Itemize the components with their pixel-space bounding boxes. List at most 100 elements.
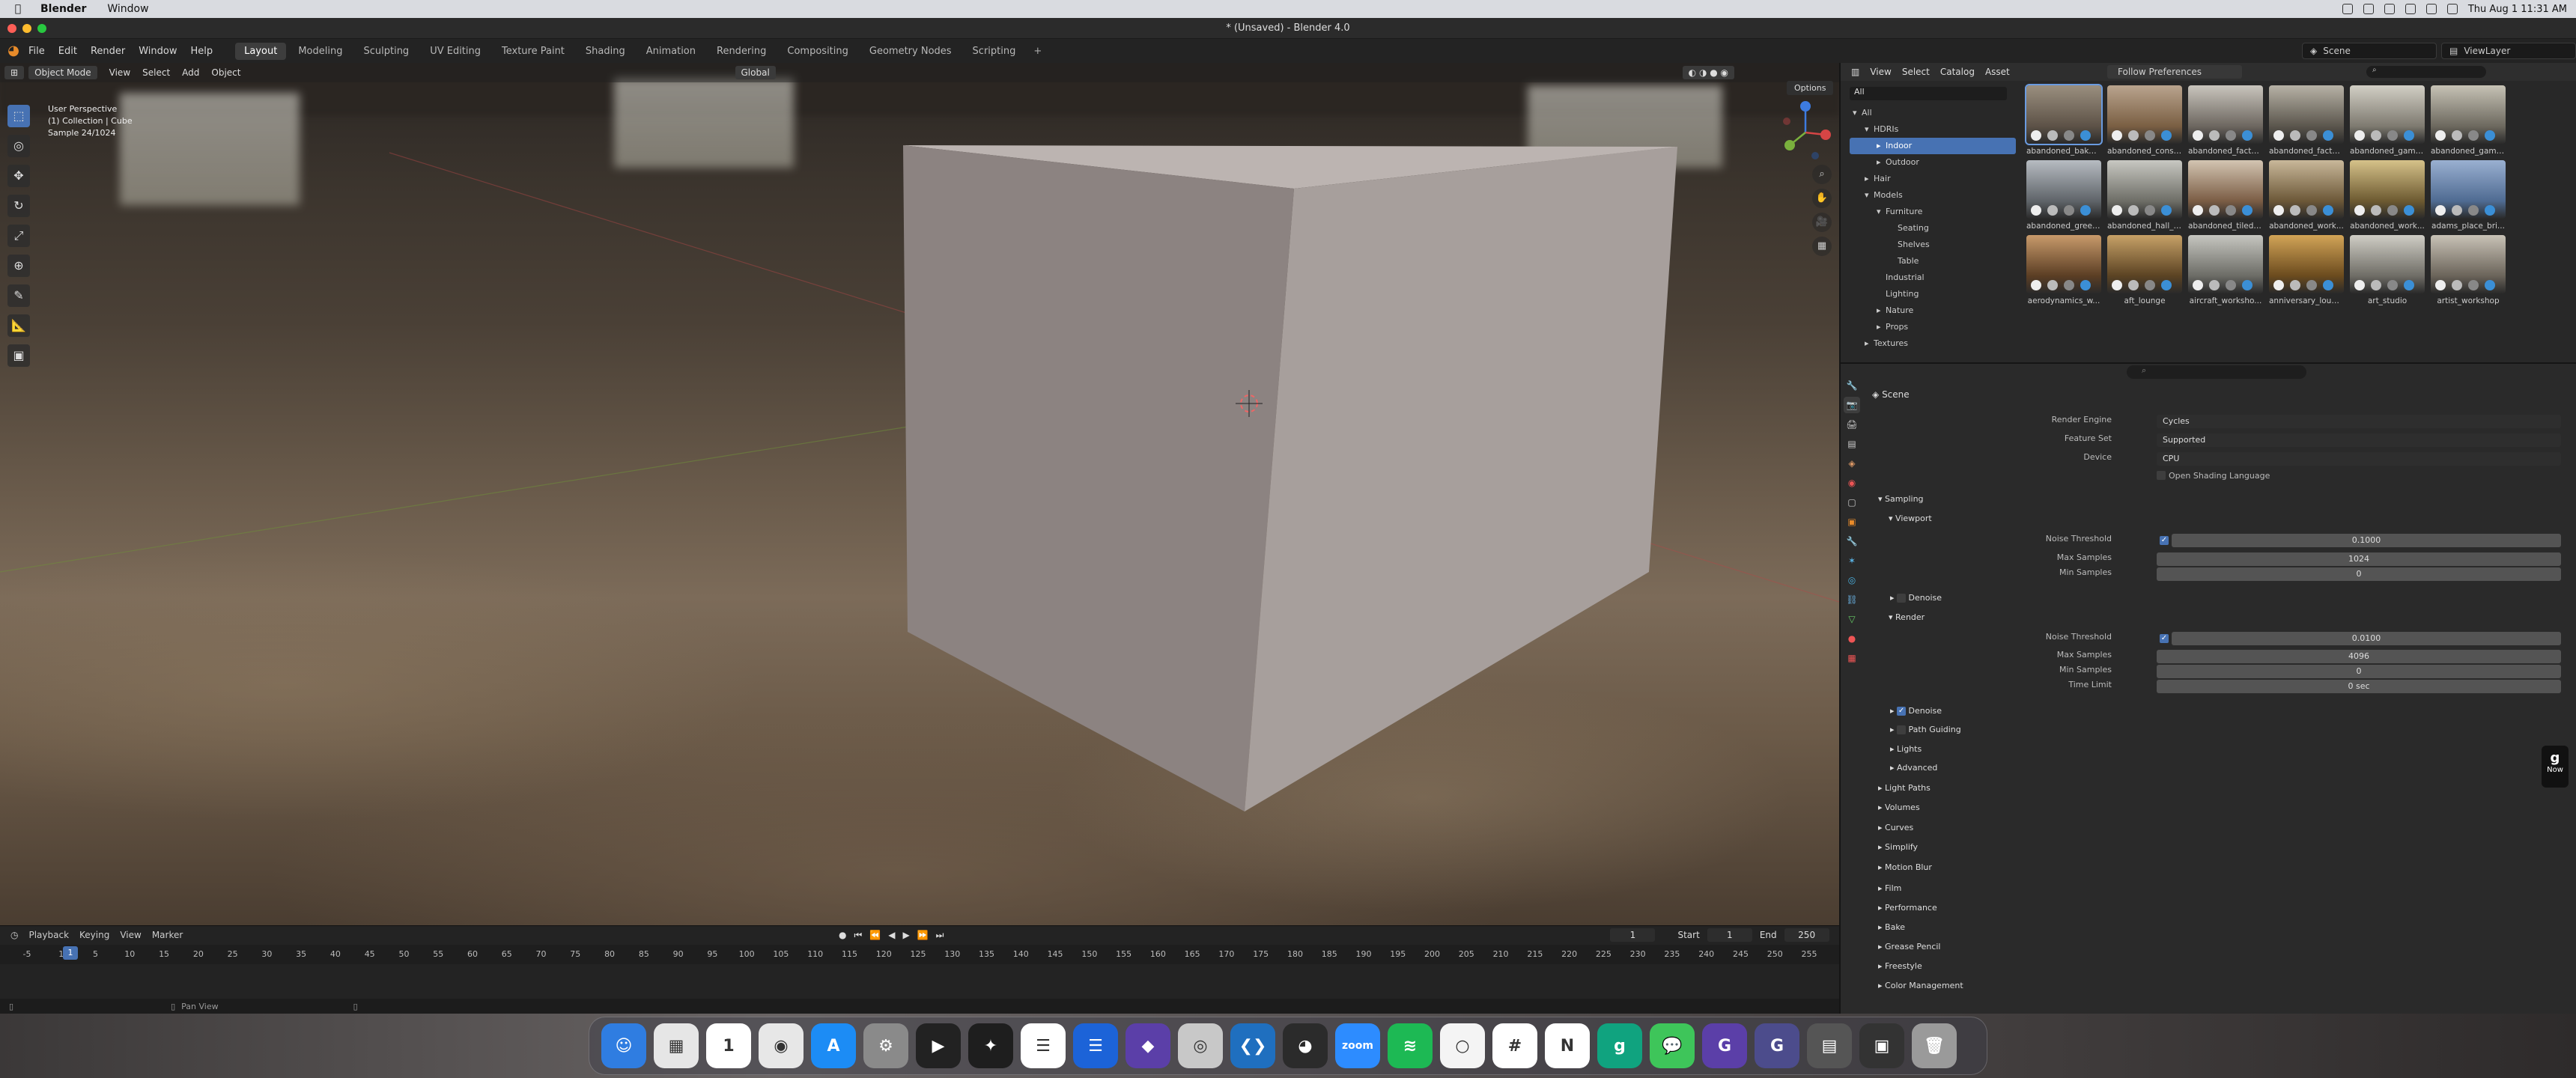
asset-thumbnail[interactable]: abandoned_bakery <box>2025 84 2103 156</box>
catalog-item-lighting[interactable]: Lighting <box>1850 286 2016 302</box>
catalog-item-outdoor[interactable]: ▸ Outdoor <box>1850 154 2016 171</box>
catalog-item-seating[interactable]: Seating <box>1850 220 2016 237</box>
viewport-subpanel-header[interactable]: ▾ Viewport <box>1889 514 1932 523</box>
viewport-view-menu[interactable]: View <box>109 67 130 78</box>
physics-tab-icon[interactable]: ◎ <box>1844 572 1860 588</box>
tab-texture-paint[interactable]: Texture Paint <box>493 43 574 60</box>
wifi-icon[interactable] <box>2425 4 2437 14</box>
render-engine-dropdown[interactable]: Cycles <box>2157 415 2561 428</box>
catalog-item-indoor[interactable]: ▸ Indoor <box>1850 138 2016 154</box>
catalog-item-hair[interactable]: ▸ Hair <box>1850 171 2016 187</box>
window-menu-blender[interactable]: Window <box>139 46 177 57</box>
marker-menu[interactable]: Marker <box>152 930 183 940</box>
tab-rendering[interactable]: Rendering <box>708 43 775 60</box>
circle-app-icon[interactable]: ○ <box>1440 1023 1485 1068</box>
asset-thumbnail[interactable]: anniversary_lounge <box>2269 235 2344 305</box>
transform-tool-icon[interactable]: ⊕ <box>7 255 30 277</box>
r-time-field[interactable]: 0 sec <box>2157 680 2561 693</box>
jump-start-icon[interactable]: ⏮ <box>854 930 862 941</box>
output-tab-icon[interactable]: 🖨 <box>1844 416 1860 433</box>
edit-menu[interactable]: Edit <box>58 46 77 57</box>
panel-motion-blur[interactable]: ▸ Motion Blur <box>1878 862 1932 872</box>
end-frame-field[interactable]: 250 <box>1784 928 1829 942</box>
data-tab-icon[interactable]: ▽ <box>1844 611 1860 627</box>
view-layer-tab-icon[interactable]: ▤ <box>1844 436 1860 452</box>
asset-thumbnail[interactable]: aft_lounge <box>2107 235 2182 305</box>
docs-2-icon[interactable]: ☰ <box>1073 1023 1118 1068</box>
disclosure-icon[interactable]: ▾ <box>1877 204 1886 220</box>
properties-search-input[interactable]: ⌕ <box>2127 365 2306 379</box>
disclosure-icon[interactable]: ▸ <box>1877 319 1886 335</box>
vp-max-field[interactable]: 1024 <box>2157 552 2561 566</box>
catalog-item-hdris[interactable]: ▾ HDRIs <box>1850 121 2016 138</box>
disclosure-icon[interactable]: ▾ <box>1865 187 1874 204</box>
notification-badge[interactable]: g Now <box>2542 746 2569 788</box>
gaget-2-icon[interactable]: G <box>1755 1023 1799 1068</box>
disclosure-icon[interactable]: ▸ <box>1865 171 1874 187</box>
app-menu[interactable]: Blender <box>40 3 86 15</box>
r-min-field[interactable]: 0 <box>2157 665 2561 678</box>
asset-search-input[interactable]: ⌕ <box>2366 66 2486 78</box>
editor-type-button[interactable]: ⊞ <box>4 66 25 79</box>
bluetooth-icon[interactable] <box>2405 4 2416 14</box>
asset-editor-type-icon[interactable]: ▥ <box>1851 67 1859 77</box>
catalog-item-table[interactable]: Table <box>1850 253 2016 270</box>
collection-tab-icon[interactable]: ▢ <box>1844 494 1860 511</box>
vp-noise-field[interactable]: 0.1000 <box>2172 534 2561 547</box>
final-cut-icon[interactable]: ▶ <box>916 1023 961 1068</box>
asset-thumbnail[interactable]: aerodynamics_w... <box>2026 235 2101 305</box>
lights-subpanel[interactable]: ▸ Lights <box>1890 744 1922 754</box>
vscode-icon[interactable]: ❮❯ <box>1230 1023 1275 1068</box>
play-reverse-icon[interactable]: ◀ <box>888 930 895 940</box>
tab-modeling[interactable]: Modeling <box>289 43 351 60</box>
modifier-tab-icon[interactable]: 🔧 <box>1844 533 1860 549</box>
disclosure-icon[interactable]: ▾ <box>1865 121 1874 138</box>
options-button[interactable]: Options <box>1787 81 1834 95</box>
app-store-icon[interactable]: A <box>811 1023 856 1068</box>
blender-icon[interactable]: ◕ <box>1283 1023 1328 1068</box>
clock[interactable]: Thu Aug 1 11:31 AM <box>2468 4 2567 15</box>
screen-icon[interactable] <box>2342 4 2353 14</box>
disclosure-icon[interactable]: ▾ <box>1853 105 1862 121</box>
play-icon[interactable]: ▶ <box>902 930 909 940</box>
messages-icon[interactable]: 💬 <box>1650 1023 1695 1068</box>
figma-icon[interactable]: ✦ <box>968 1023 1013 1068</box>
panel-film[interactable]: ▸ Film <box>1878 883 1901 893</box>
add-workspace-icon[interactable]: + <box>1027 46 1048 57</box>
battery-icon[interactable] <box>2446 4 2458 14</box>
current-frame-field[interactable]: 1 <box>1610 928 1656 942</box>
r-noise-checkbox[interactable]: ✓ <box>2160 634 2169 643</box>
path-guiding-subpanel[interactable]: ▸ Path Guiding <box>1890 725 1961 734</box>
window-menu[interactable]: Window <box>107 3 148 15</box>
panel-performance[interactable]: ▸ Performance <box>1878 903 1937 913</box>
file-menu[interactable]: File <box>28 46 45 57</box>
help-menu[interactable]: Help <box>191 46 213 57</box>
annotate-tool-icon[interactable]: ✎ <box>7 284 30 307</box>
docs-icon[interactable]: ☰ <box>1021 1023 1066 1068</box>
tab-layout[interactable]: Layout <box>235 42 287 60</box>
start-frame-field[interactable]: 1 <box>1707 928 1752 942</box>
asset-thumbnail[interactable]: abandoned_facto... <box>2269 85 2344 156</box>
timeline-editor-type-icon[interactable]: ◷ <box>10 930 18 940</box>
grammarly-g-icon[interactable]: g <box>1597 1023 1642 1068</box>
catalog-item-industrial[interactable]: Industrial <box>1850 270 2016 286</box>
device-dropdown[interactable]: CPU <box>2157 452 2561 466</box>
pan-hand-icon[interactable]: ✋ <box>1812 189 1832 208</box>
scale-tool-icon[interactable]: ⤢ <box>7 225 30 247</box>
viewport-object-menu[interactable]: Object <box>211 67 240 78</box>
apple-menu-icon[interactable]:  <box>10 3 25 15</box>
disclosure-icon[interactable]: ▸ <box>1877 302 1886 319</box>
catalog-item-all[interactable]: ▾ All <box>1850 105 2016 121</box>
add-cube-tool-icon[interactable]: ▣ <box>7 344 30 367</box>
asset-thumbnail[interactable]: abandoned_game... <box>2350 85 2425 156</box>
particles-tab-icon[interactable]: ✶ <box>1844 552 1860 569</box>
screens-icon[interactable]: ▣ <box>1859 1023 1904 1068</box>
panel-freestyle[interactable]: ▸ Freestyle <box>1878 961 1922 971</box>
gallery-icon[interactable]: ▤ <box>1807 1023 1852 1068</box>
panel-color-management[interactable]: ▸ Color Management <box>1878 981 1963 990</box>
cursor-tool-icon[interactable]: ◎ <box>7 135 30 157</box>
keying-menu[interactable]: Keying <box>79 930 109 940</box>
viewport-select-menu[interactable]: Select <box>142 67 170 78</box>
viewport-add-menu[interactable]: Add <box>182 67 199 78</box>
asset-thumbnail[interactable]: abandoned_facto... <box>2188 85 2263 156</box>
